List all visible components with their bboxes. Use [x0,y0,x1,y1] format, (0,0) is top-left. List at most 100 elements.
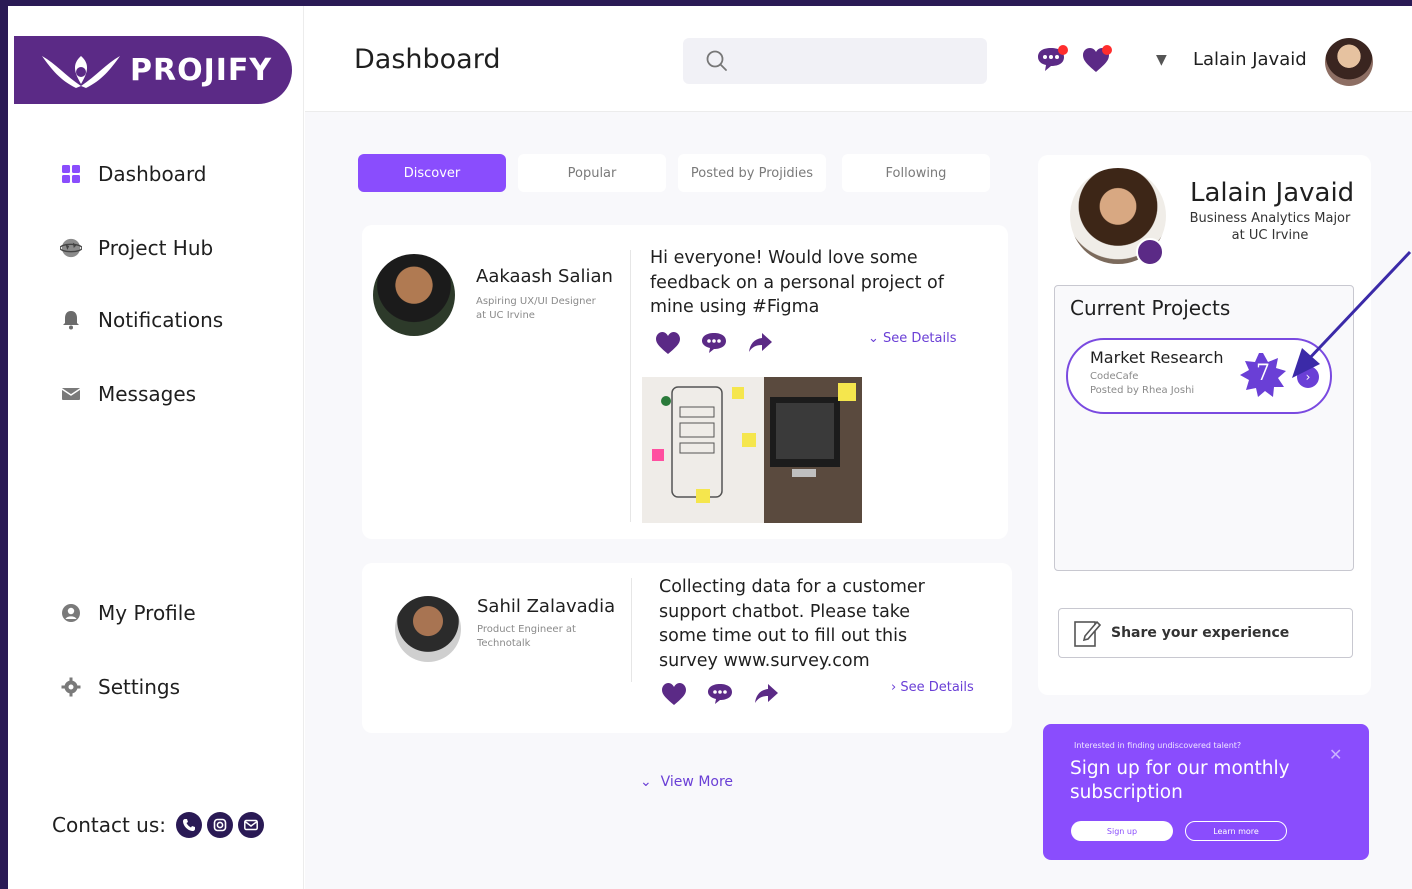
logo-text: PROJIFY [130,52,273,88]
post-actions [660,681,780,711]
tab-discover[interactable]: Discover [358,154,506,192]
instagram-icon[interactable] [207,812,234,838]
like-icon[interactable] [660,681,688,711]
post-image[interactable] [642,377,862,523]
tab-following[interactable]: Following [842,154,990,192]
share-icon[interactable] [752,681,780,711]
post-text: Collecting data for a customer support c… [659,575,999,673]
promo-title: Sign up for our monthly subscription [1070,757,1330,805]
author-role: Product Engineer at Technotalk [477,624,576,649]
sidebar-item-label: Messages [98,382,197,406]
author-name[interactable]: Sahil Zalavadia [477,596,615,617]
post-text-line: mine using #Figma [650,297,820,317]
share-experience-label: Share your experience [1111,625,1290,641]
topbar: Dashboard ▼ Lalain Javaid [305,6,1412,112]
gear-icon [60,676,82,698]
promo-title-line: Sign up for our monthly [1070,758,1290,779]
divider [631,578,632,682]
edit-note-icon [1073,618,1101,648]
learn-more-button[interactable]: Learn more [1185,821,1287,841]
grid-icon [60,163,82,185]
current-projects-title: Current Projects [1070,296,1231,320]
email-icon[interactable] [238,812,265,838]
profile-major-line: at UC Irvine [1231,228,1309,243]
wings-badge-icon [1136,238,1164,266]
promo-subtext: Interested in finding undiscovered talen… [1074,741,1242,750]
view-more-link[interactable]: ⌄ View More [640,774,733,790]
share-experience-button[interactable]: Share your experience [1058,608,1353,658]
contact-label: Contact us: [52,813,167,837]
sidebar-item-settings[interactable]: Settings [60,675,180,699]
author-avatar[interactable] [395,596,461,662]
author-name[interactable]: Aakaash Salian [476,266,613,287]
project-posted-by: Posted by Rhea Joshi [1090,385,1195,396]
post-actions [654,330,774,360]
sidebar-item-notifications[interactable]: Notifications [60,308,223,332]
close-icon[interactable]: ✕ [1329,745,1342,764]
logo[interactable]: PROJIFY [14,36,292,104]
post-text-line: some time out to fill out this [659,626,908,646]
profile-name: Lalain Javaid [1190,178,1355,208]
user-name[interactable]: Lalain Javaid [1193,49,1307,70]
sidebar-item-label: Project Hub [98,236,214,260]
heart-notification-icon[interactable] [1080,44,1114,80]
page-title: Dashboard [354,44,501,75]
project-name: Market Research [1090,348,1224,367]
sidebar-item-project-hub[interactable]: Project Hub [60,236,213,260]
sidebar-item-label: Notifications [98,308,224,332]
current-projects-panel [1054,285,1354,571]
sidebar: PROJIFY Dashboard Project Hub Notificati… [8,6,304,889]
user-circle-icon [60,602,82,624]
chevron-right-icon[interactable]: › [1297,366,1319,388]
wireframe-photo-icon [642,377,862,523]
like-icon[interactable] [654,330,682,360]
sidebar-item-label: My Profile [98,601,196,625]
sidebar-item-label: Settings [98,675,181,699]
bell-icon [60,309,82,331]
post-text-line: feedback on a personal project of [650,272,944,293]
avatar[interactable] [1325,38,1373,86]
post-text-line: Hi everyone! Would love some [650,248,918,268]
profile-major-line: Business Analytics Major [1189,211,1351,226]
comment-icon[interactable] [706,681,734,711]
post-text: Hi everyone! Would love some feedback on… [650,246,970,320]
chevron-down-icon: ⌄ [640,774,652,790]
profile-major: Business Analytics Major at UC Irvine [1185,210,1355,244]
author-avatar[interactable] [373,254,455,336]
comment-icon[interactable] [700,330,728,360]
sidebar-item-messages[interactable]: Messages [60,382,196,406]
sidebar-item-label: Dashboard [98,162,207,186]
see-details-link[interactable]: ⌄ See Details [868,331,957,346]
wings-logo-icon [42,56,120,88]
post-text-line: support chatbot. Please take [659,601,911,622]
chevron-down-icon: ⌄ [868,331,879,346]
promo-title-line: subscription [1070,782,1183,803]
see-details-label: See Details [900,680,974,695]
author-role: Aspiring UX/UI Designer at UC Irvine [476,296,596,321]
post-text-line: Collecting data for a customer [659,577,925,597]
sidebar-item-my-profile[interactable]: My Profile [60,601,196,625]
phone-icon[interactable] [176,812,203,838]
see-details-label: See Details [883,331,957,346]
see-details-link[interactable]: › See Details [891,680,974,695]
view-more-label: View More [660,774,734,790]
share-icon[interactable] [746,330,774,360]
chat-notification-icon[interactable] [1035,44,1069,80]
sidebar-item-dashboard[interactable]: Dashboard [60,162,207,186]
contact-us: Contact us: [52,812,265,838]
promo-banner: Interested in finding undiscovered talen… [1043,724,1369,860]
tab-popular[interactable]: Popular [518,154,666,192]
sign-up-button[interactable]: Sign up [1071,821,1173,841]
post-text-line: survey www.survey.com [659,650,870,671]
project-meta: CodeCafe Posted by Rhea Joshi [1090,370,1194,398]
chevron-right-icon: › [891,680,897,695]
search-icon [705,49,729,77]
envelope-icon [60,383,82,405]
project-org: CodeCafe [1090,371,1139,382]
tab-posted-by-projidies[interactable]: Posted by Projidies [678,154,826,192]
badge-count: 7 [1256,361,1270,386]
globe-icon [60,237,82,259]
badge-star-icon: 7 [1238,352,1288,398]
dropdown-caret-icon[interactable]: ▼ [1156,52,1167,68]
divider [630,250,631,522]
